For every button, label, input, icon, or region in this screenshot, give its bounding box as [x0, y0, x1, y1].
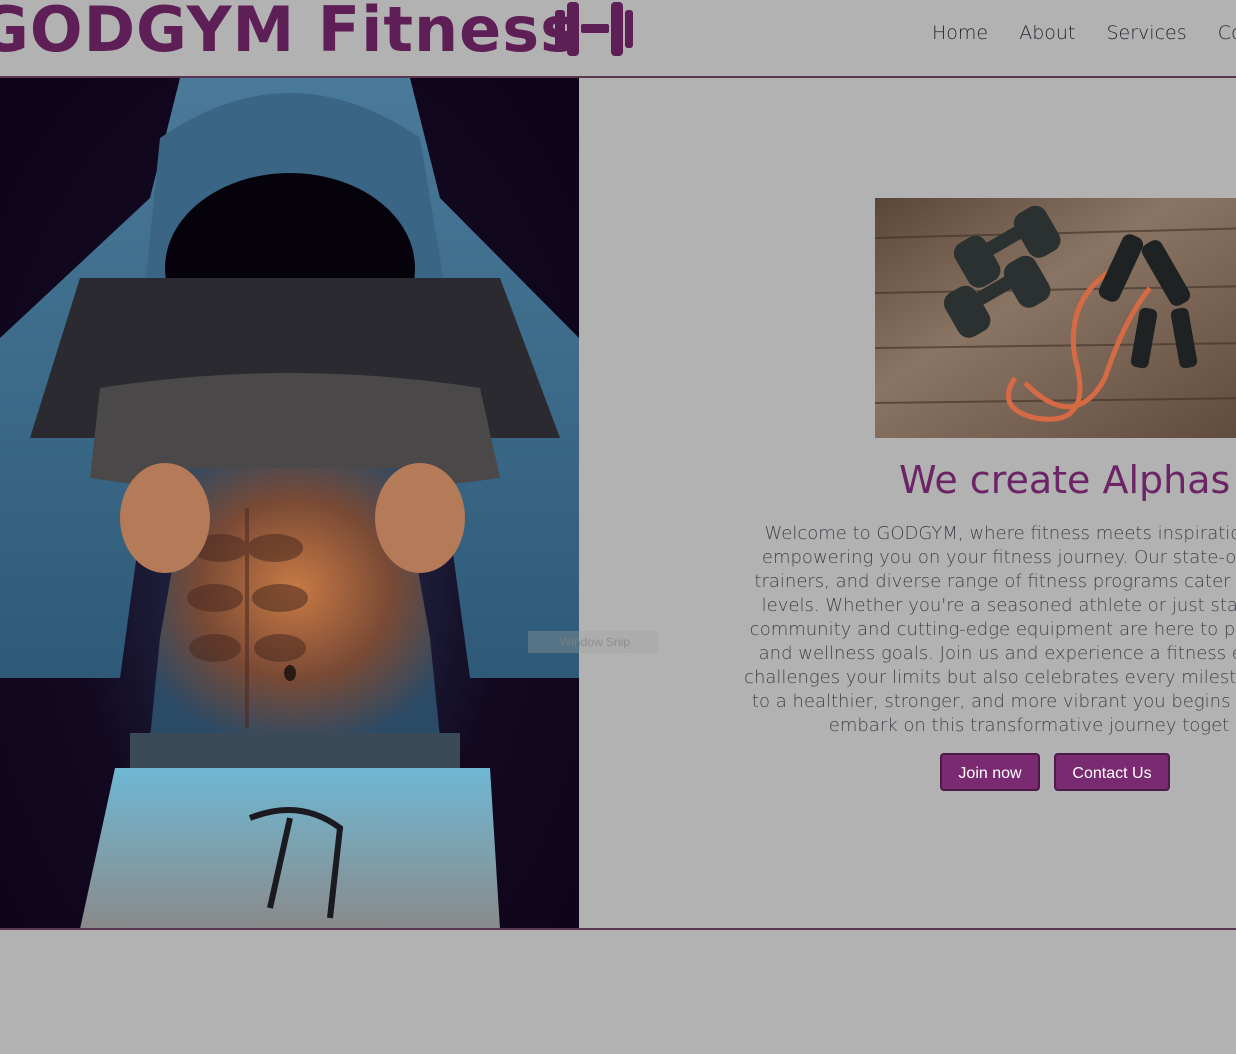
welcome-line: to a healthier, stronger, and more vibra… [751, 691, 1236, 712]
contact-us-button[interactable]: Contact Us [1054, 753, 1170, 791]
join-now-button[interactable]: Join now [940, 753, 1040, 791]
welcome-text: Welcome to GODGYM, where fitness meets i… [679, 522, 1236, 738]
welcome-line: Welcome to GODGYM, where fitness meets i… [764, 523, 1236, 544]
dumbbell-icon [555, 2, 633, 56]
welcome-line: embark on this transformative journey to… [828, 715, 1230, 736]
equipment-illustration [875, 198, 1236, 438]
fitness-model-photo [0, 78, 579, 929]
welcome-line: challenges your limits but also celebrat… [744, 667, 1236, 688]
fitness-model-illustration [0, 78, 579, 929]
dumbbells-and-resistance-band-photo [875, 198, 1236, 438]
welcome-line: empowering you on your fitness journey. … [761, 547, 1236, 568]
hero-content: We create Alphas Welcome to GODGYM, wher… [579, 78, 1236, 929]
section-divider [0, 928, 1236, 930]
nav-services[interactable]: Services [1106, 22, 1186, 44]
welcome-line: and wellness goals. Join us and experien… [758, 643, 1236, 664]
welcome-line: community and cutting-edge equipment are… [749, 619, 1236, 640]
window-snip-overlay: Window Snip [528, 631, 658, 653]
nav-about[interactable]: About [1019, 22, 1075, 44]
nav-home[interactable]: Home [932, 22, 988, 44]
hero-headline: We create Alphas [899, 458, 1231, 502]
welcome-line: levels. Whether you're a seasoned athlet… [761, 595, 1236, 616]
site-header: GODGYM Fitness Home About Services Conta… [0, 0, 1236, 78]
nav-contact[interactable]: Contact [1218, 22, 1236, 44]
welcome-line: trainers, and diverse range of fitness p… [754, 571, 1236, 592]
brand-title[interactable]: GODGYM Fitness [0, 0, 578, 68]
main-nav: Home About Services Contact [932, 22, 1236, 44]
